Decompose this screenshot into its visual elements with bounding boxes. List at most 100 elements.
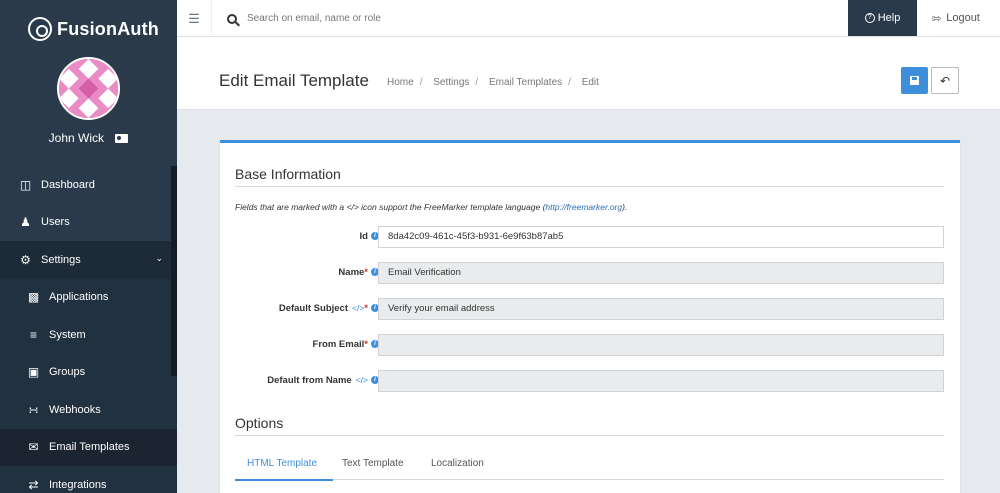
template-tabs: HTML Template Text Template Localization: [235, 452, 944, 481]
user-name-row: John Wick: [0, 131, 177, 145]
sidebar-item-system[interactable]: ≡ System: [0, 316, 177, 354]
sidebar-item-dashboard[interactable]: ◫ Dashboard: [0, 166, 177, 204]
sidebar-item-users[interactable]: ♟ Users: [0, 204, 177, 242]
sidebar-item-label: Users: [41, 216, 70, 229]
sidebar: FusionAuth John Wick ◫ Dashboard ♟ Users…: [0, 0, 177, 493]
breadcrumb-separator: /: [568, 77, 571, 88]
fusionauth-logo-icon: [28, 17, 52, 41]
sidebar-item-applications[interactable]: ▩ Applications: [0, 278, 177, 316]
sidebar-item-label: Email Templates: [49, 441, 130, 454]
exchange-icon: ⇄: [28, 477, 39, 492]
default-from-name-field[interactable]: [378, 370, 944, 392]
page-title: Edit Email Template: [219, 71, 369, 90]
chevron-down-icon: ⌄: [155, 253, 163, 263]
id-field[interactable]: 8da42c09-461c-45f3-b931-6e9f63b87ab5: [378, 226, 944, 248]
field-label-id: Id i: [360, 231, 379, 242]
logout-label: Logout: [946, 12, 980, 24]
sidebar-item-integrations[interactable]: ⇄ Integrations: [0, 466, 177, 493]
breadcrumb: Home / Settings / Email Templates / Edit: [387, 77, 605, 88]
breadcrumb-separator: /: [475, 77, 479, 88]
field-name: Name* i Email Verification: [220, 262, 960, 284]
active-tab-indicator: [235, 479, 333, 481]
from-email-field[interactable]: [378, 334, 944, 356]
page-header: Edit Email Template Home / Settings / Emai…: [177, 37, 1000, 110]
save-icon: [910, 76, 919, 85]
cube-icon: ▩: [27, 290, 40, 305]
field-label-default-from-name: Default from Name </> i: [267, 375, 379, 386]
tab-localization[interactable]: Localization: [431, 458, 484, 469]
field-label-default-subject: Default Subject </>* i: [279, 303, 379, 314]
sidebar-item-webhooks[interactable]: ∺ Webhooks: [0, 391, 177, 429]
breadcrumb-settings[interactable]: Settings: [433, 77, 469, 88]
default-subject-field[interactable]: Verify your email address: [378, 298, 944, 320]
label-text: Default from Name: [267, 375, 352, 386]
breadcrumb-edit: Edit: [581, 77, 599, 88]
hint-text: Fields that are marked with a </> icon s…: [235, 202, 546, 212]
sidebar-scrollbar[interactable]: [171, 166, 177, 376]
name-field[interactable]: Email Verification: [378, 262, 944, 284]
label-text: From Email: [312, 339, 365, 350]
field-from-email: From Email* i: [220, 334, 960, 356]
sidebar-item-label: Integrations: [49, 478, 107, 491]
sidebar-item-label: Settings: [41, 253, 81, 266]
help-label: Help: [877, 12, 901, 24]
breadcrumb-email-templates[interactable]: Email Templates: [489, 77, 562, 88]
field-default-subject: Default Subject </>* i Verify your email a…: [220, 298, 960, 320]
groups-icon: ▣: [27, 365, 40, 380]
user-name: John Wick: [48, 131, 104, 145]
search-icon: [227, 13, 237, 24]
freemarker-link[interactable]: http://freemarker.org: [545, 202, 622, 212]
rss-icon: ∺: [28, 402, 39, 417]
search-bar: [227, 0, 547, 37]
section-divider: [235, 186, 944, 187]
id-card-icon[interactable]: [115, 134, 129, 144]
sidebar-nav: ◫ Dashboard ♟ Users ⚙ Settings ⌄ ▩ Appli…: [0, 166, 177, 493]
menu-toggle-icon[interactable]: ☰: [177, 0, 212, 37]
dashboard-icon: ◫: [19, 177, 32, 192]
sliders-icon: ≡: [29, 327, 37, 342]
brand-name: FusionAuth: [57, 18, 159, 39]
hint-end: ).: [622, 202, 628, 212]
code-icon: </>: [352, 303, 365, 313]
required-marker: *: [364, 339, 368, 350]
section-title-base: Base Information: [235, 166, 341, 182]
section-title-options: Options: [235, 415, 284, 431]
sidebar-item-settings[interactable]: ⚙ Settings ⌄: [0, 241, 177, 279]
field-label-from-email: From Email* i: [313, 339, 379, 350]
logout-button[interactable]: ⇰ Logout: [932, 0, 980, 36]
users-icon: ♟: [20, 215, 31, 230]
question-icon: ?: [864, 13, 875, 23]
label-text: Id: [359, 231, 368, 242]
field-default-from-name: Default from Name </> i: [220, 370, 960, 392]
breadcrumb-separator: /: [419, 77, 423, 88]
required-marker: *: [364, 303, 368, 314]
tab-html-template[interactable]: HTML Template: [247, 458, 317, 469]
avatar[interactable]: [57, 57, 120, 120]
code-icon: </>: [355, 375, 368, 385]
sidebar-item-groups[interactable]: ▣ Groups: [0, 353, 177, 391]
field-id: Id i 8da42c09-461c-45f3-b931-6e9f63b87ab5: [220, 226, 960, 248]
help-button[interactable]: ? Help: [848, 0, 917, 36]
brand-logo[interactable]: FusionAuth: [0, 0, 177, 58]
form-card: Base Information Fields that are marked …: [220, 140, 960, 493]
tab-text-template[interactable]: Text Template: [342, 458, 404, 469]
sign-out-icon: ⇰: [932, 12, 942, 25]
sidebar-item-email-templates[interactable]: ✉ Email Templates: [0, 428, 177, 466]
breadcrumb-home[interactable]: Home: [387, 77, 414, 88]
undo-arrow-icon: ↶: [939, 73, 951, 88]
freemarker-hint: Fields that are marked with a </> icon s…: [235, 202, 627, 212]
field-label-name: Name* i: [338, 267, 379, 278]
sidebar-item-label: Groups: [49, 366, 86, 379]
gear-icon: ⚙: [20, 252, 31, 267]
sidebar-item-label: Applications: [49, 291, 109, 304]
label-text: Name: [338, 267, 365, 278]
save-button[interactable]: [901, 67, 928, 94]
required-marker: *: [364, 267, 368, 278]
back-button[interactable]: ↶: [931, 67, 959, 94]
sidebar-item-label: Dashboard: [41, 178, 95, 191]
search-input[interactable]: [247, 13, 547, 24]
sidebar-item-label: System: [49, 328, 86, 341]
section-divider: [235, 435, 944, 436]
topbar: ☰ ? Help ⇰ Logout: [177, 0, 1000, 37]
envelope-icon: ✉: [28, 440, 39, 455]
